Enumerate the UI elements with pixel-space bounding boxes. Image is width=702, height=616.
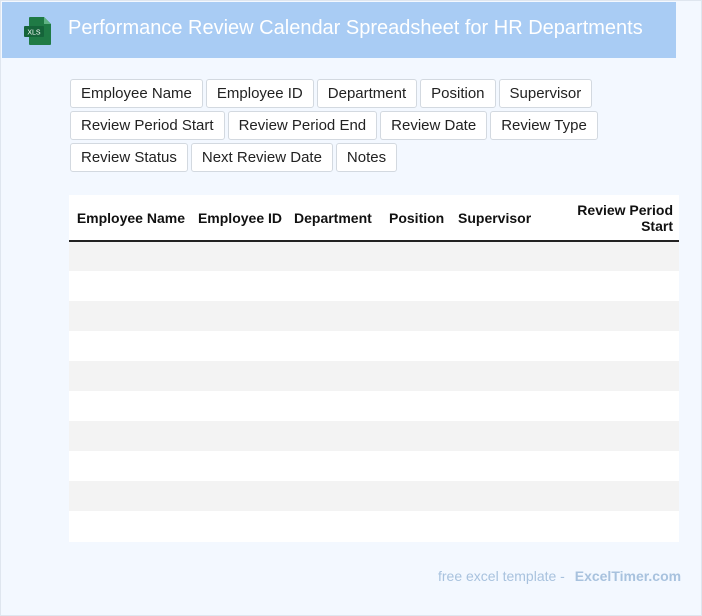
table-row (69, 511, 679, 541)
table-row (69, 421, 679, 451)
table-cell[interactable] (383, 331, 452, 361)
table-cell[interactable] (383, 511, 452, 541)
table-row (69, 331, 679, 361)
field-tag-list: Employee Name Employee ID Department Positi… (70, 79, 700, 172)
table-cell[interactable] (571, 331, 679, 361)
table-cell[interactable] (383, 361, 452, 391)
table-row (69, 271, 679, 301)
table-cell[interactable] (452, 451, 571, 481)
table-cell[interactable] (452, 361, 571, 391)
table-cell[interactable] (452, 421, 571, 451)
table-cell[interactable] (383, 391, 452, 421)
table-cell[interactable] (288, 391, 383, 421)
field-tag[interactable]: Review Period End (227, 111, 378, 140)
table-cell[interactable] (69, 481, 191, 511)
field-tag[interactable]: Employee ID (205, 79, 314, 108)
field-tag[interactable]: Review Type (490, 111, 598, 140)
table-row (69, 451, 679, 481)
column-header[interactable]: Department (288, 195, 383, 242)
table-cell[interactable] (452, 241, 571, 271)
table-cell[interactable] (571, 391, 679, 421)
table-cell[interactable] (288, 301, 383, 331)
table-cell[interactable] (69, 421, 191, 451)
table-cell[interactable] (288, 241, 383, 271)
table-cell[interactable] (383, 481, 452, 511)
table-header-row: Employee Name Employee ID Department Positi… (69, 195, 679, 242)
header-bar: XLS Performance Review Calendar Spreadsh… (2, 2, 676, 58)
table-cell[interactable] (191, 481, 288, 511)
table-row (69, 241, 679, 271)
field-tag[interactable]: Review Status (70, 143, 188, 172)
table-cell[interactable] (452, 271, 571, 301)
excel-file-icon: XLS (24, 17, 51, 45)
table-cell[interactable] (452, 331, 571, 361)
field-tag[interactable]: Notes (335, 143, 398, 172)
table-cell[interactable] (288, 481, 383, 511)
table-cell[interactable] (288, 451, 383, 481)
table-cell[interactable] (571, 271, 679, 301)
table-row (69, 361, 679, 391)
table-cell[interactable] (452, 391, 571, 421)
table-cell[interactable] (383, 421, 452, 451)
footer-text: free excel template - (438, 568, 565, 584)
table-cell[interactable] (191, 361, 288, 391)
column-header[interactable]: Employee Name (69, 195, 191, 242)
table-row (69, 301, 679, 331)
table-cell[interactable] (571, 451, 679, 481)
table-cell[interactable] (69, 361, 191, 391)
page: XLS Performance Review Calendar Spreadsh… (0, 0, 702, 616)
table-cell[interactable] (69, 241, 191, 271)
column-header[interactable]: Review Period Start (571, 195, 679, 242)
table-cell[interactable] (288, 421, 383, 451)
table-cell[interactable] (191, 421, 288, 451)
table-cell[interactable] (452, 481, 571, 511)
table-cell[interactable] (69, 451, 191, 481)
field-tag[interactable]: Review Period Start (70, 111, 225, 140)
table-cell[interactable] (191, 391, 288, 421)
table-row (69, 391, 679, 421)
table-cell[interactable] (288, 271, 383, 301)
table-cell[interactable] (69, 331, 191, 361)
field-tag[interactable]: Employee Name (70, 79, 203, 108)
table-row (69, 481, 679, 511)
table-cell[interactable] (69, 511, 191, 541)
footer-brand-link[interactable]: ExcelTimer.com (575, 568, 681, 584)
table-cell[interactable] (571, 511, 679, 541)
table-cell[interactable] (383, 451, 452, 481)
table-cell[interactable] (288, 511, 383, 541)
table-cell[interactable] (383, 241, 452, 271)
footer: free excel template - ExcelTimer.com (438, 568, 681, 584)
table-cell[interactable] (452, 511, 571, 541)
field-tag[interactable]: Next Review Date (190, 143, 333, 172)
table-cell[interactable] (191, 301, 288, 331)
table-cell[interactable] (69, 271, 191, 301)
table-cell[interactable] (452, 301, 571, 331)
column-header[interactable]: Supervisor (452, 195, 571, 242)
table-cell[interactable] (571, 421, 679, 451)
table-cell[interactable] (69, 391, 191, 421)
table-cell[interactable] (191, 271, 288, 301)
field-tag[interactable]: Supervisor (498, 79, 593, 108)
table-cell[interactable] (571, 301, 679, 331)
table-cell[interactable] (69, 301, 191, 331)
table-cell[interactable] (288, 361, 383, 391)
table-cell[interactable] (191, 511, 288, 541)
table-cell[interactable] (191, 451, 288, 481)
table-cell[interactable] (288, 331, 383, 361)
table-cell[interactable] (571, 481, 679, 511)
column-header[interactable]: Employee ID (191, 195, 288, 242)
table-cell[interactable] (383, 271, 452, 301)
table-cell[interactable] (571, 361, 679, 391)
icon-label: XLS (27, 30, 41, 37)
field-tag[interactable]: Position (420, 79, 496, 108)
table-cell[interactable] (191, 241, 288, 271)
field-tag[interactable]: Department (316, 79, 418, 108)
table-cell[interactable] (383, 301, 452, 331)
page-title: Performance Review Calendar Spreadsheet … (68, 17, 643, 39)
data-table: Employee Name Employee ID Department Positi… (69, 195, 679, 542)
table-cell[interactable] (571, 241, 679, 271)
column-header[interactable]: Position (383, 195, 452, 242)
field-tag[interactable]: Review Date (380, 111, 488, 140)
table-cell[interactable] (191, 331, 288, 361)
